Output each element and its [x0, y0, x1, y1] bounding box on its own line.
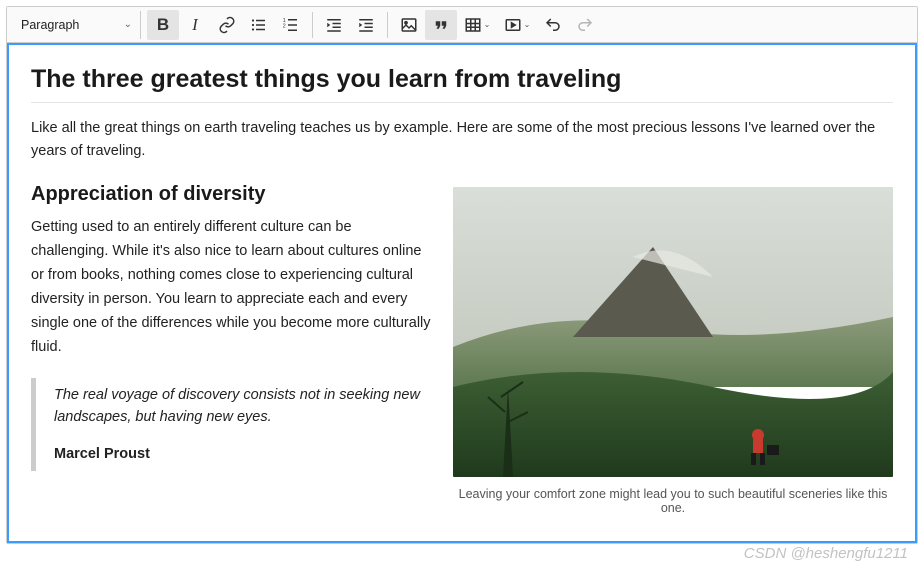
chevron-down-icon: ⌄: [524, 20, 531, 29]
intro-paragraph[interactable]: Like all the great things on earth trave…: [31, 117, 893, 163]
chevron-down-icon: ⌄: [124, 19, 132, 30]
numbered-list-icon: 12: [282, 16, 300, 34]
indent-button[interactable]: [350, 10, 382, 40]
blockquote[interactable]: The real voyage of discovery consists no…: [31, 378, 431, 471]
redo-button[interactable]: [569, 10, 601, 40]
undo-button[interactable]: [537, 10, 569, 40]
bold-icon: B: [157, 15, 169, 35]
numbered-list-button[interactable]: 12: [275, 10, 307, 40]
body-row: Appreciation of diversity Getting used t…: [31, 183, 893, 515]
redo-icon: [576, 16, 594, 34]
quote-author: Marcel Proust: [54, 443, 431, 465]
image-caption[interactable]: Leaving your comfort zone might lead you…: [453, 487, 893, 515]
outdent-icon: [325, 16, 343, 34]
italic-icon: I: [192, 15, 198, 35]
image-button[interactable]: [393, 10, 425, 40]
separator: [387, 12, 388, 38]
watermark: CSDN @heshengfu1211: [744, 545, 908, 562]
heading-label: Paragraph: [21, 18, 79, 32]
image-icon: [400, 16, 418, 34]
italic-button[interactable]: I: [179, 10, 211, 40]
bullet-list-icon: [250, 16, 268, 34]
body-paragraph[interactable]: Getting used to an entirely different cu…: [31, 216, 431, 360]
figure[interactable]: Leaving your comfort zone might lead you…: [453, 187, 893, 515]
chevron-down-icon: ⌄: [484, 20, 491, 29]
table-button[interactable]: ⌄: [457, 10, 497, 40]
separator: [312, 12, 313, 38]
outdent-button[interactable]: [318, 10, 350, 40]
bold-button[interactable]: B: [147, 10, 179, 40]
page-title[interactable]: The three greatest things you learn from…: [31, 65, 893, 103]
subheading[interactable]: Appreciation of diversity: [31, 183, 431, 206]
link-button[interactable]: [211, 10, 243, 40]
body-left: Appreciation of diversity Getting used t…: [31, 183, 431, 471]
media-button[interactable]: ⌄: [497, 10, 537, 40]
heading-dropdown[interactable]: Paragraph ⌄: [13, 11, 141, 39]
svg-text:2: 2: [283, 23, 286, 29]
toolbar: Paragraph ⌄ B I 12 ⌄ ⌄: [7, 7, 917, 43]
blockquote-button[interactable]: [425, 10, 457, 40]
table-icon: [464, 16, 482, 34]
link-icon: [218, 16, 236, 34]
landscape-image: [453, 187, 893, 477]
indent-icon: [357, 16, 375, 34]
editor-content[interactable]: The three greatest things you learn from…: [7, 43, 917, 543]
media-icon: [504, 16, 522, 34]
quote-icon: [432, 16, 450, 34]
undo-icon: [544, 16, 562, 34]
quote-text: The real voyage of discovery consists no…: [54, 387, 420, 425]
bullet-list-button[interactable]: [243, 10, 275, 40]
editor-container: Paragraph ⌄ B I 12 ⌄ ⌄ The three greates…: [6, 6, 918, 544]
